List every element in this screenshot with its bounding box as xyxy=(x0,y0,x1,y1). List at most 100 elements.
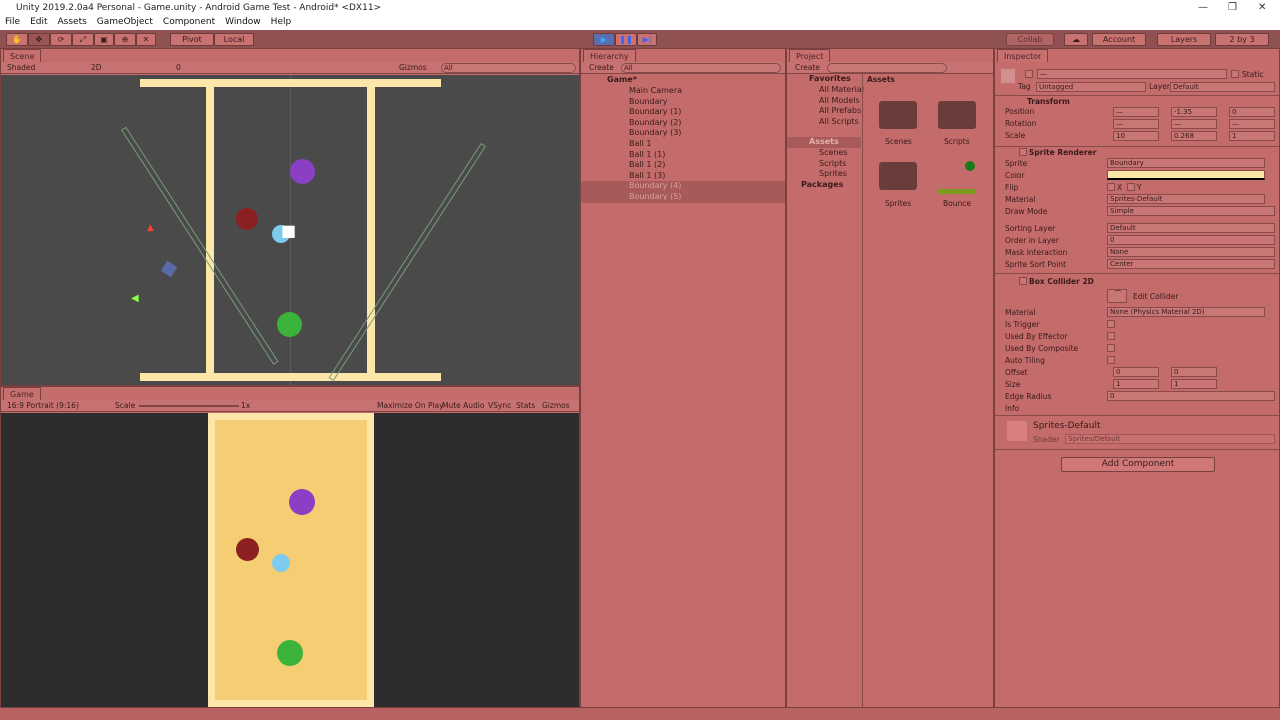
hand-tool-icon[interactable]: ✋ xyxy=(6,33,28,46)
shader-dropdown[interactable]: Sprites/Default xyxy=(1065,434,1275,444)
cloud-icon[interactable]: ☁ xyxy=(1064,33,1088,46)
offset-x-input[interactable]: 0 xyxy=(1113,367,1159,377)
transform-rotation-z[interactable]: — xyxy=(1229,119,1275,129)
transform-scale-z[interactable]: 1 xyxy=(1229,131,1275,141)
hierarchy-item[interactable]: Boundary (4) xyxy=(581,181,785,193)
tab-game[interactable]: Game xyxy=(3,387,41,400)
move-tool-icon[interactable]: ✥ xyxy=(28,33,50,46)
edit-collider-label[interactable]: Edit Collider xyxy=(1133,292,1178,301)
collider-material-field[interactable]: None (Physics Material 2D) xyxy=(1107,307,1265,317)
material-field[interactable]: Sprites-Default xyxy=(1107,194,1265,204)
custom-tool-icon[interactable]: ✕ xyxy=(136,33,156,46)
object-name-input[interactable]: — xyxy=(1037,69,1227,79)
folder-icon[interactable] xyxy=(938,101,976,129)
hierarchy-search-input[interactable]: All xyxy=(621,63,781,73)
hierarchy-item[interactable]: Boundary (3) xyxy=(581,128,785,139)
play-button[interactable]: ▶ xyxy=(593,33,615,46)
flip-x-checkbox[interactable] xyxy=(1107,183,1115,191)
edit-collider-icon[interactable]: ⌒ xyxy=(1107,289,1127,303)
box-collider-enabled-checkbox[interactable] xyxy=(1019,277,1027,285)
hierarchy-item[interactable]: Boundary (1) xyxy=(581,107,785,118)
size-x-input[interactable]: 1 xyxy=(1113,379,1159,389)
move-gizmo-x-icon[interactable]: ▲ xyxy=(147,223,154,233)
box-collider-header[interactable]: Box Collider 2D xyxy=(1029,277,1094,286)
account-dropdown[interactable]: Account xyxy=(1092,33,1146,46)
transform-header[interactable]: Transform xyxy=(1027,97,1070,106)
order-in-layer-input[interactable]: 0 xyxy=(1107,235,1275,245)
folder-scenes[interactable]: Scenes xyxy=(787,148,861,159)
hierarchy-item[interactable]: Ball 1 xyxy=(581,139,785,150)
menu-window[interactable]: Window xyxy=(225,17,261,28)
static-checkbox[interactable] xyxy=(1231,70,1239,78)
scale-tool-icon[interactable]: ⤢ xyxy=(72,33,94,46)
move-gizmo-plane-icon[interactable] xyxy=(160,260,178,278)
favorite-all-prefabs[interactable]: All Prefabs xyxy=(787,106,861,117)
edge-radius-input[interactable]: 0 xyxy=(1107,391,1275,401)
flip-y-checkbox[interactable] xyxy=(1127,183,1135,191)
move-gizmo-y-icon[interactable]: ◀ xyxy=(131,293,139,304)
transform-position-x[interactable]: — xyxy=(1113,107,1159,117)
tab-scene[interactable]: Scene xyxy=(3,49,42,62)
physics-material-icon[interactable] xyxy=(938,189,976,194)
transform-position-y[interactable]: -1.35 xyxy=(1171,107,1217,117)
tab-inspector[interactable]: Inspector xyxy=(997,49,1049,62)
asset-scenes[interactable]: Scenes xyxy=(885,137,912,146)
sprite-field[interactable]: Boundary xyxy=(1107,158,1265,168)
hidden-count[interactable]: 0 xyxy=(176,63,181,72)
transform-position-z[interactable]: 0 xyxy=(1229,107,1275,117)
local-toggle[interactable]: Local xyxy=(214,33,254,46)
asset-sprites[interactable]: Sprites xyxy=(885,199,911,208)
scene-search-input[interactable]: All xyxy=(441,63,576,73)
folder-sprites[interactable]: Sprites xyxy=(787,169,861,180)
used-by-effector-checkbox[interactable] xyxy=(1107,332,1115,340)
favorites-folder[interactable]: Favorites xyxy=(787,74,861,85)
maximize-on-play-toggle[interactable]: Maximize On Play xyxy=(377,401,444,410)
scene-root[interactable]: Game* xyxy=(581,75,785,86)
layer-dropdown[interactable]: Default xyxy=(1170,82,1275,92)
pause-button[interactable]: ❚❚ xyxy=(615,33,637,46)
vsync-toggle[interactable]: VSync xyxy=(488,401,511,410)
sorting-layer-dropdown[interactable]: Default xyxy=(1107,223,1275,233)
menu-file[interactable]: File xyxy=(5,17,20,28)
mute-audio-toggle[interactable]: Mute Audio xyxy=(442,401,484,410)
maximize-button[interactable]: ❐ xyxy=(1228,2,1237,13)
active-checkbox[interactable] xyxy=(1025,70,1033,78)
tag-dropdown[interactable]: Untagged xyxy=(1036,82,1146,92)
game-viewport[interactable] xyxy=(1,413,579,707)
offset-y-input[interactable]: 0 xyxy=(1171,367,1217,377)
used-by-composite-checkbox[interactable] xyxy=(1107,344,1115,352)
hierarchy-item[interactable]: Boundary (2) xyxy=(581,118,785,129)
menu-gameobject[interactable]: GameObject xyxy=(97,17,153,28)
project-create-button[interactable]: Create xyxy=(795,63,820,72)
gizmos-dropdown[interactable]: Gizmos xyxy=(399,63,427,72)
collab-dropdown[interactable]: Collab xyxy=(1006,33,1054,46)
transform-rotation-x[interactable]: — xyxy=(1113,119,1159,129)
menu-component[interactable]: Component xyxy=(163,17,215,28)
transform-scale-x[interactable]: 10 xyxy=(1113,131,1159,141)
tab-hierarchy[interactable]: Hierarchy xyxy=(583,49,636,62)
minimize-button[interactable]: — xyxy=(1198,2,1208,13)
2d-toggle[interactable]: 2D xyxy=(91,63,102,72)
rotate-tool-icon[interactable]: ⟳ xyxy=(50,33,72,46)
folder-icon[interactable] xyxy=(879,162,917,190)
favorite-all-scripts[interactable]: All Scripts xyxy=(787,117,861,128)
size-y-input[interactable]: 1 xyxy=(1171,379,1217,389)
stats-toggle[interactable]: Stats xyxy=(516,401,535,410)
layers-dropdown[interactable]: Layers xyxy=(1157,33,1211,46)
shading-dropdown[interactable]: Shaded xyxy=(7,63,35,72)
pivot-toggle[interactable]: Pivot xyxy=(170,33,214,46)
assets-folder[interactable]: Assets xyxy=(787,137,861,148)
hierarchy-item[interactable]: Main Camera xyxy=(581,86,785,97)
add-component-button[interactable]: Add Component xyxy=(1061,457,1215,472)
hierarchy-item[interactable]: Ball 1 (3) xyxy=(581,171,785,182)
asset-scripts[interactable]: Scripts xyxy=(944,137,970,146)
project-breadcrumb[interactable]: Assets xyxy=(867,75,895,84)
transform-scale-y[interactable]: 0.268 xyxy=(1171,131,1217,141)
hierarchy-item[interactable]: Boundary xyxy=(581,97,785,108)
scene-viewport[interactable]: ■ ◀ ▲ xyxy=(1,75,579,385)
transform-tool-icon[interactable]: ⊕ xyxy=(114,33,136,46)
hierarchy-item[interactable]: Ball 1 (2) xyxy=(581,160,785,171)
transform-rotation-y[interactable]: — xyxy=(1171,119,1217,129)
packages-folder[interactable]: Packages xyxy=(787,180,861,191)
auto-tiling-checkbox[interactable] xyxy=(1107,356,1115,364)
